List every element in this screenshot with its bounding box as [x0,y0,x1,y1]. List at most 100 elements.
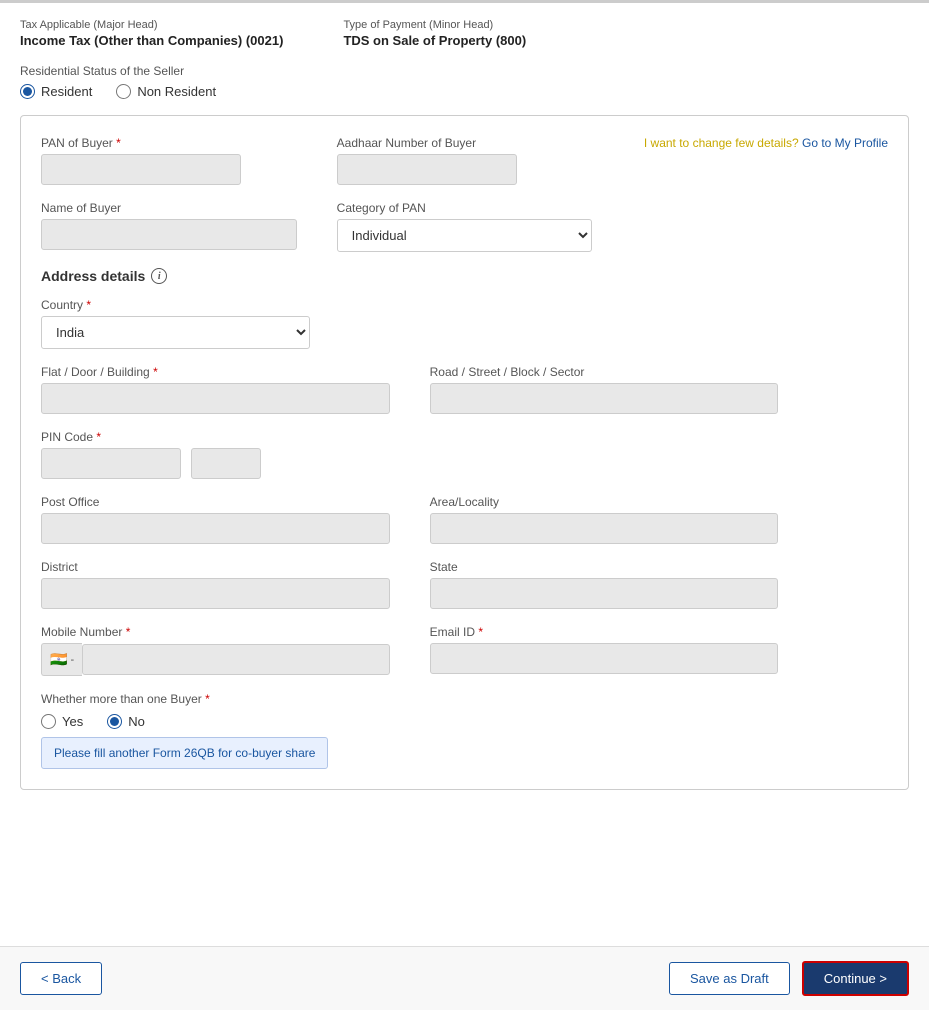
mobile-email-row: Mobile Number * 🇮🇳 - Email ID * [41,625,888,676]
district-label: District [41,560,390,574]
mobile-required: * [126,625,131,639]
more-buyers-label: Whether more than one Buyer * [41,692,888,706]
more-buyers-radio-group: Yes No [41,714,888,729]
category-pan-label: Category of PAN [337,201,593,215]
name-buyer-field: Name of Buyer [41,201,297,250]
back-label: < Back [41,971,81,986]
pan-buyer-label: PAN of Buyer * [41,136,297,150]
resident-label: Resident [41,84,92,99]
footer-bar: < Back Save as Draft Continue > [0,946,929,1010]
footer-right: Save as Draft Continue > [669,961,909,996]
postoffice-area-row: Post Office Area/Locality [41,495,888,544]
more-buyers-yes-label: Yes [62,714,83,729]
pin-inputs [41,448,291,479]
district-field: District BANGALORE [41,560,390,609]
country-field: Country * India USA UK Others [41,298,310,349]
email-required: * [478,625,483,639]
country-required: * [86,298,91,312]
continue-button[interactable]: Continue > [802,961,909,996]
profile-link-section: I want to change few details? Go to My P… [632,136,888,150]
post-office-label: Post Office [41,495,390,509]
road-input[interactable] [430,383,779,414]
road-field: Road / Street / Block / Sector [430,365,779,414]
flat-required: * [153,365,158,379]
india-flag-icon: 🇮🇳 [50,651,67,668]
payment-type-field: Type of Payment (Minor Head) TDS on Sale… [343,19,526,48]
back-button[interactable]: < Back [20,962,102,995]
save-draft-button[interactable]: Save as Draft [669,962,790,995]
resident-option[interactable]: Resident [20,84,92,99]
co-buyer-notice: Please fill another Form 26QB for co-buy… [41,737,328,769]
pin-required: * [96,430,101,444]
mobile-input-group: 🇮🇳 - [41,643,390,676]
aadhaar-label: Aadhaar Number of Buyer [337,136,593,150]
pin-field: PIN Code * [41,430,291,479]
profile-hint-text: I want to change few details? [644,136,799,150]
payment-type-value: TDS on Sale of Property (800) [343,33,526,48]
area-locality-field: Area/Locality [430,495,779,544]
country-code-text: - [70,654,74,666]
aadhaar-field: Aadhaar Number of Buyer [337,136,593,185]
go-to-profile-link[interactable]: Go to My Profile [802,136,888,150]
pin-verify-input[interactable] [191,448,261,479]
flat-field: Flat / Door / Building * [41,365,390,414]
tax-applicable-label: Tax Applicable (Major Head) [20,19,283,31]
district-input[interactable]: BANGALORE [41,578,390,609]
form-card: PAN of Buyer * Aadhaar Number of Buyer I… [20,115,909,790]
address-section-title: Address details i [41,268,888,284]
category-pan-select[interactable]: Individual HUF Company Firm AOP/BOI Trus… [337,219,593,252]
more-buyers-yes-option[interactable]: Yes [41,714,83,729]
country-row: Country * India USA UK Others [41,298,888,349]
payment-type-label: Type of Payment (Minor Head) [343,19,526,31]
tax-applicable-value: Income Tax (Other than Companies) (0021) [20,33,283,48]
pin-code-input[interactable] [41,448,181,479]
more-buyers-required: * [205,692,210,706]
non-resident-option[interactable]: Non Resident [116,84,216,99]
flat-label: Flat / Door / Building * [41,365,390,379]
more-buyers-yes-radio[interactable] [41,714,56,729]
area-locality-label: Area/Locality [430,495,779,509]
flat-road-row: Flat / Door / Building * Road / Street /… [41,365,888,414]
more-buyers-no-radio[interactable] [107,714,122,729]
name-category-row: Name of Buyer Category of PAN Individual… [41,201,888,252]
pin-label: PIN Code * [41,430,291,444]
pan-buyer-required: * [116,136,121,150]
residential-status-radio-group: Resident Non Resident [20,84,909,99]
pan-aadhaar-row: PAN of Buyer * Aadhaar Number of Buyer I… [41,136,888,185]
residential-status-section: Residential Status of the Seller Residen… [20,64,909,99]
flat-input[interactable] [41,383,390,414]
non-resident-radio[interactable] [116,84,131,99]
tax-applicable-field: Tax Applicable (Major Head) Income Tax (… [20,19,283,48]
district-state-row: District BANGALORE State Karnataka [41,560,888,609]
country-label: Country * [41,298,310,312]
state-input[interactable]: Karnataka [430,578,779,609]
area-locality-input[interactable] [430,513,779,544]
name-buyer-input[interactable] [41,219,297,250]
address-info-icon[interactable]: i [151,268,167,284]
aadhaar-input[interactable] [337,154,517,185]
mobile-field: Mobile Number * 🇮🇳 - [41,625,390,676]
continue-label: Continue > [824,971,887,986]
mobile-number-input[interactable] [82,644,390,675]
resident-radio[interactable] [20,84,35,99]
state-label: State [430,560,779,574]
state-field: State Karnataka [430,560,779,609]
post-office-input[interactable] [41,513,390,544]
road-label: Road / Street / Block / Sector [430,365,779,379]
email-input[interactable] [430,643,779,674]
post-office-field: Post Office [41,495,390,544]
more-buyers-no-label: No [128,714,145,729]
country-code-selector[interactable]: 🇮🇳 - [41,643,82,676]
non-resident-label: Non Resident [137,84,216,99]
country-select[interactable]: India USA UK Others [41,316,310,349]
name-buyer-label: Name of Buyer [41,201,297,215]
category-pan-field: Category of PAN Individual HUF Company F… [337,201,593,252]
more-buyers-section: Whether more than one Buyer * Yes No Ple… [41,692,888,769]
pan-buyer-input[interactable] [41,154,241,185]
email-label: Email ID * [430,625,779,639]
pin-row-wrapper: PIN Code * [41,430,888,479]
pan-buyer-field: PAN of Buyer * [41,136,297,185]
email-field: Email ID * [430,625,779,674]
more-buyers-no-option[interactable]: No [107,714,145,729]
draft-label: Save as Draft [690,971,769,986]
